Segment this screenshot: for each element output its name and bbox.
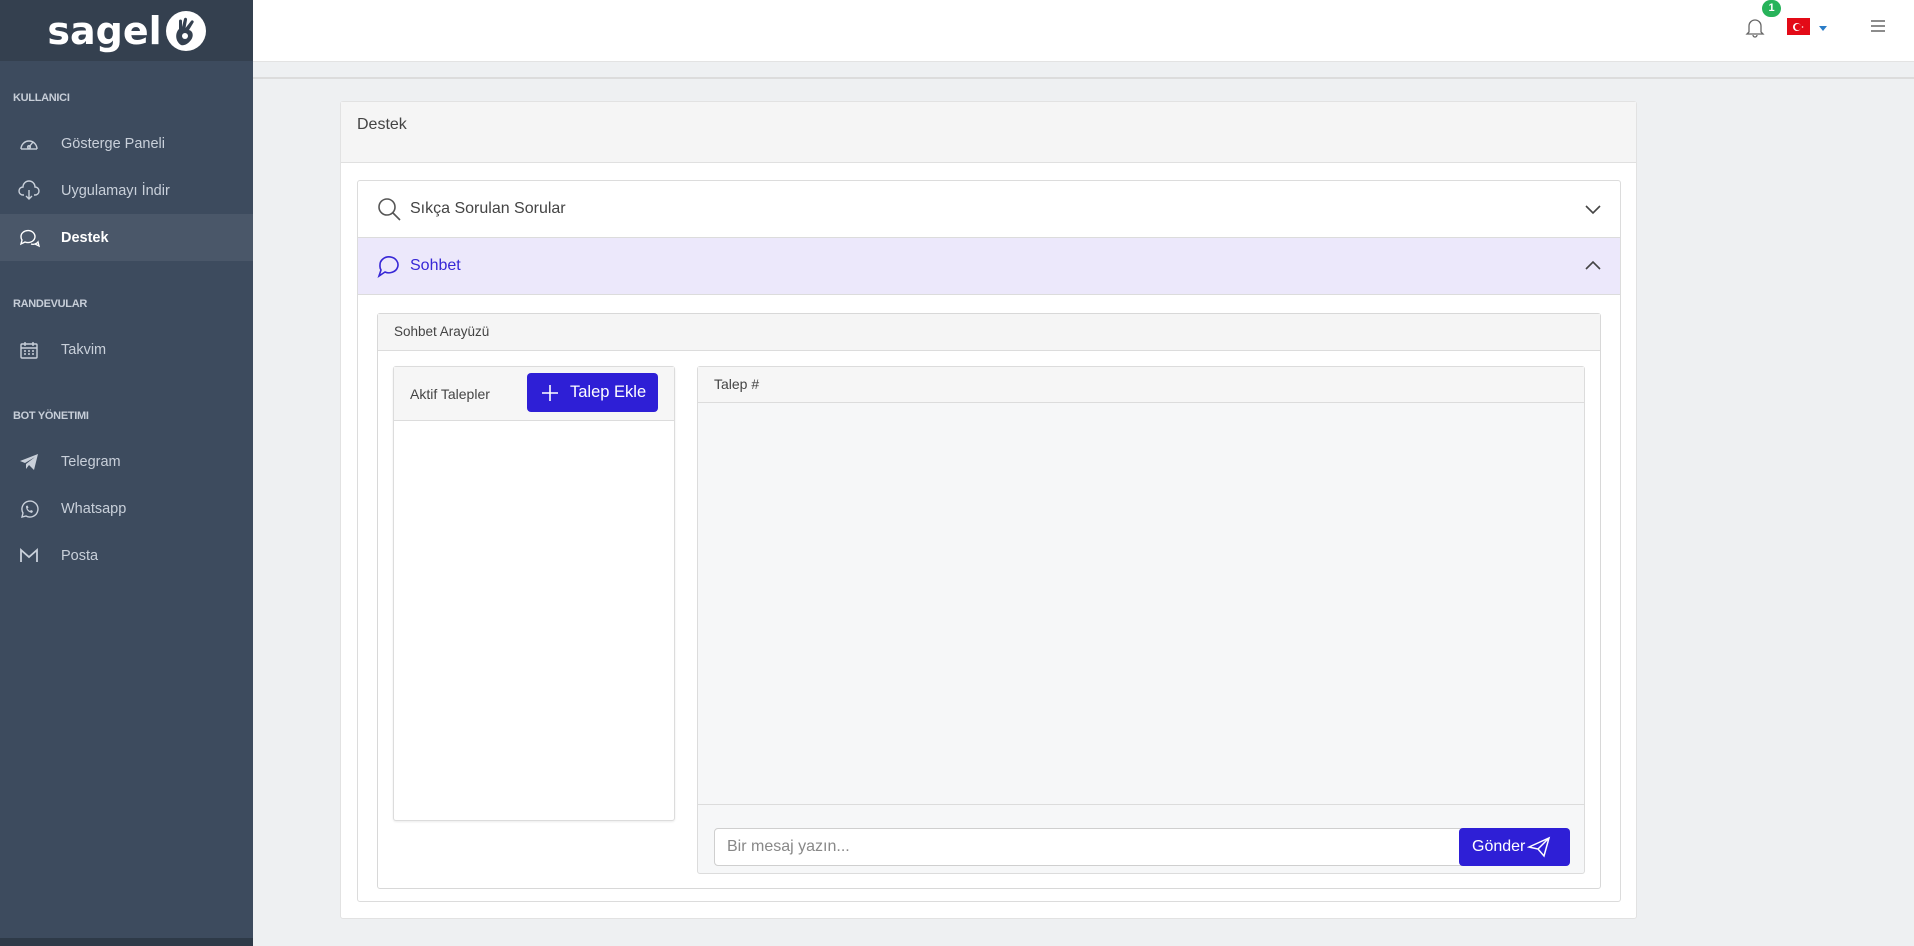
paper-plane-icon [1527, 836, 1551, 858]
brand-logo[interactable]: sagel [0, 0, 253, 61]
active-tickets-header: Aktif Talepler Talep Ekle [394, 367, 674, 421]
chevron-down-icon[interactable] [1584, 200, 1602, 218]
send-button[interactable]: Gönder [1459, 828, 1570, 866]
telegram-icon [18, 451, 40, 473]
sidebar-item-dashboard[interactable]: Gösterge Paneli [0, 120, 253, 167]
chat-interface: Sohbet Arayüzü Aktif Talepler Talep Ekle… [377, 313, 1601, 889]
page-title: Destek [341, 102, 1636, 163]
accordion-faq[interactable]: Sıkça Sorulan Sorular [358, 181, 1620, 238]
sidebar-item-label: Telegram [61, 453, 121, 470]
search-icon [378, 198, 401, 221]
sidebar-item-label: Gösterge Paneli [61, 135, 165, 152]
active-tickets-label: Aktif Talepler [410, 385, 490, 402]
conversation-panel: Talep # Gönder [697, 366, 1585, 874]
sidebar-item-mail[interactable]: Posta [0, 532, 253, 579]
chevron-up-icon[interactable] [1584, 257, 1602, 275]
sidebar: sagel KULLANICI Gösterge Paneli Uygulama… [0, 0, 253, 946]
language-caret-icon[interactable] [1819, 26, 1827, 31]
message-input[interactable] [715, 829, 1435, 865]
accordion-faq-label: Sıkça Sorulan Sorular [410, 200, 566, 217]
sidebar-item-label: Posta [61, 547, 99, 564]
accordion-chat-label: Sohbet [410, 257, 461, 274]
menu-icon[interactable] [1870, 19, 1886, 33]
section-title-randevular: RANDEVULAR [13, 298, 88, 310]
notification-badge: 1 [1762, 0, 1781, 17]
whatsapp-icon [18, 498, 40, 520]
mail-icon [18, 545, 40, 567]
send-label: Gönder [1472, 838, 1526, 855]
plus-icon [542, 384, 558, 401]
calendar-icon [18, 339, 40, 361]
add-ticket-label: Talep Ekle [570, 383, 647, 401]
add-ticket-button[interactable]: Talep Ekle [527, 373, 658, 412]
notification-bell-icon[interactable] [1745, 16, 1765, 38]
sidebar-item-label: Whatsapp [61, 500, 127, 517]
chat-icon [18, 227, 40, 249]
sidebar-item-label: Takvim [61, 341, 107, 358]
sidebar-footer [0, 938, 253, 946]
accordion-chat[interactable]: Sohbet [358, 238, 1620, 295]
cloud-download-icon [18, 179, 40, 202]
chat-bubble-icon [377, 256, 399, 278]
sidebar-item-calendar[interactable]: Takvim [0, 326, 253, 373]
sidebar-item-telegram[interactable]: Telegram [0, 438, 253, 485]
section-title-bot-yonetimi: BOT YÖNETIMI [13, 410, 89, 422]
sidebar-item-whatsapp[interactable]: Whatsapp [0, 485, 253, 532]
chat-interface-title: Sohbet Arayüzü [378, 314, 1600, 351]
message-list[interactable] [698, 403, 1584, 805]
sidebar-item-download-app[interactable]: Uygulamayı İndir [0, 167, 253, 214]
topbar-divider [253, 77, 1914, 79]
sidebar-item-label: Uygulamayı İndir [61, 182, 170, 199]
topbar [253, 0, 1914, 62]
dashboard-icon [18, 133, 40, 155]
ticket-title: Talep # [698, 367, 1584, 403]
sidebar-item-support[interactable]: Destek [0, 214, 253, 261]
turkey-flag-icon[interactable] [1787, 18, 1810, 35]
hand-logo-icon [165, 10, 206, 51]
brand-name: sagel [47, 8, 162, 53]
support-card: Destek Sıkça Sorulan Sorular Sohbet Sohb… [340, 101, 1637, 919]
section-title-kullanici: KULLANICI [13, 92, 70, 104]
message-composer: Gönder [714, 828, 1570, 866]
sidebar-item-label: Destek [61, 229, 109, 246]
support-accordion: Sıkça Sorulan Sorular Sohbet Sohbet Aray… [357, 180, 1621, 902]
active-tickets-panel: Aktif Talepler Talep Ekle [393, 366, 675, 821]
